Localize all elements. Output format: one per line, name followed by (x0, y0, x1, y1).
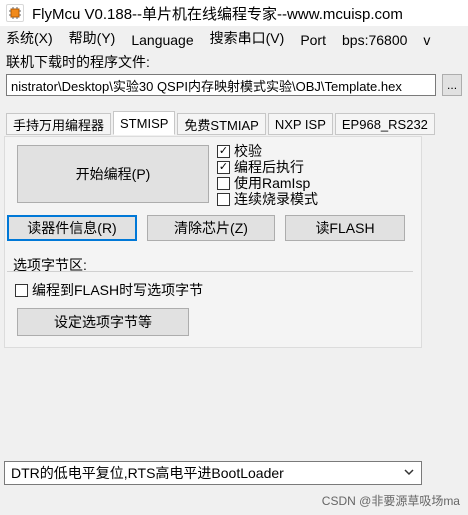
menu-help[interactable]: 帮助(Y) (69, 28, 116, 50)
erase-chip-button[interactable]: 清除芯片(Z) (147, 215, 275, 241)
read-device-info-button[interactable]: 读器件信息(R) (7, 215, 137, 241)
menu-system[interactable]: 系统(X) (6, 28, 53, 50)
reset-mode-select[interactable]: DTR的低电平复位,RTS高电平进BootLoader (4, 461, 422, 485)
start-program-button[interactable]: 开始编程(P) (17, 145, 209, 203)
stmisp-panel: 开始编程(P) ✓ 校验 ✓ 编程后执行 使用RamIsp 连续烧录模式 读器件… (4, 136, 422, 348)
tab-nxp-isp[interactable]: NXP ISP (267, 113, 333, 135)
program-options: ✓ 校验 ✓ 编程后执行 使用RamIsp 连续烧录模式 (217, 143, 318, 207)
program-file-path[interactable]: nistrator\Desktop\实验30 QSPI内存映射模式实验\OBJ\… (6, 74, 437, 96)
menu-bps[interactable]: bps:76800 (342, 32, 407, 50)
reset-mode-value: DTR的低电平复位,RTS高电平进BootLoader (11, 465, 284, 481)
menu-more[interactable]: v (423, 32, 430, 50)
chip-icon (6, 4, 24, 22)
set-option-bytes-button[interactable]: 设定选项字节等 (17, 308, 189, 336)
browse-button[interactable]: ... (442, 74, 462, 96)
watermark-text: CSDN @非要源草吸场ma (321, 494, 460, 508)
checkbox-box: ✓ (217, 144, 230, 158)
menu-search-port[interactable]: 搜索串口(V) (210, 28, 285, 50)
menu-bar: 系统(X) 帮助(Y) Language 搜索串口(V) Port bps:76… (0, 26, 468, 50)
checkbox-box (217, 176, 230, 190)
checkbox-label: 编程到FLASH时写选项字节 (32, 282, 204, 298)
checkbox-label: 连续烧录模式 (234, 191, 318, 207)
checkbox-box: ✓ (217, 160, 230, 174)
title-bar: FlyMcu V0.188--单片机在线编程专家--www.mcuisp.com (0, 0, 468, 26)
tab-strip: 手持万用编程器 STMISP 免费STMIAP NXP ISP EP968_RS… (6, 111, 435, 135)
tab-stmisp[interactable]: STMISP (113, 111, 176, 135)
write-option-bytes-checkbox[interactable]: 编程到FLASH时写选项字节 (15, 282, 203, 298)
option-bytes-group: 编程到FLASH时写选项字节 设定选项字节等 (7, 271, 413, 345)
continuous-burn-checkbox[interactable]: 连续烧录模式 (217, 191, 318, 207)
menu-port[interactable]: Port (300, 32, 326, 50)
checkbox-box (217, 192, 230, 206)
tab-handheld-programmer[interactable]: 手持万用编程器 (6, 113, 112, 135)
checkbox-box (15, 283, 28, 297)
tab-ep968-rs232[interactable]: EP968_RS232 (334, 113, 435, 135)
read-flash-button[interactable]: 读FLASH (285, 215, 405, 241)
program-file-label: 联机下载时的程序文件: (6, 54, 150, 70)
window-title: FlyMcu V0.188--单片机在线编程专家--www.mcuisp.com (32, 5, 403, 23)
chevron-down-icon (403, 465, 415, 481)
program-file-row: nistrator\Desktop\实验30 QSPI内存映射模式实验\OBJ\… (0, 72, 468, 96)
tab-free-stmiap[interactable]: 免费STMIAP (177, 113, 266, 135)
action-buttons: 读器件信息(R) 清除芯片(Z) 读FLASH (7, 215, 405, 241)
menu-language[interactable]: Language (131, 32, 193, 50)
